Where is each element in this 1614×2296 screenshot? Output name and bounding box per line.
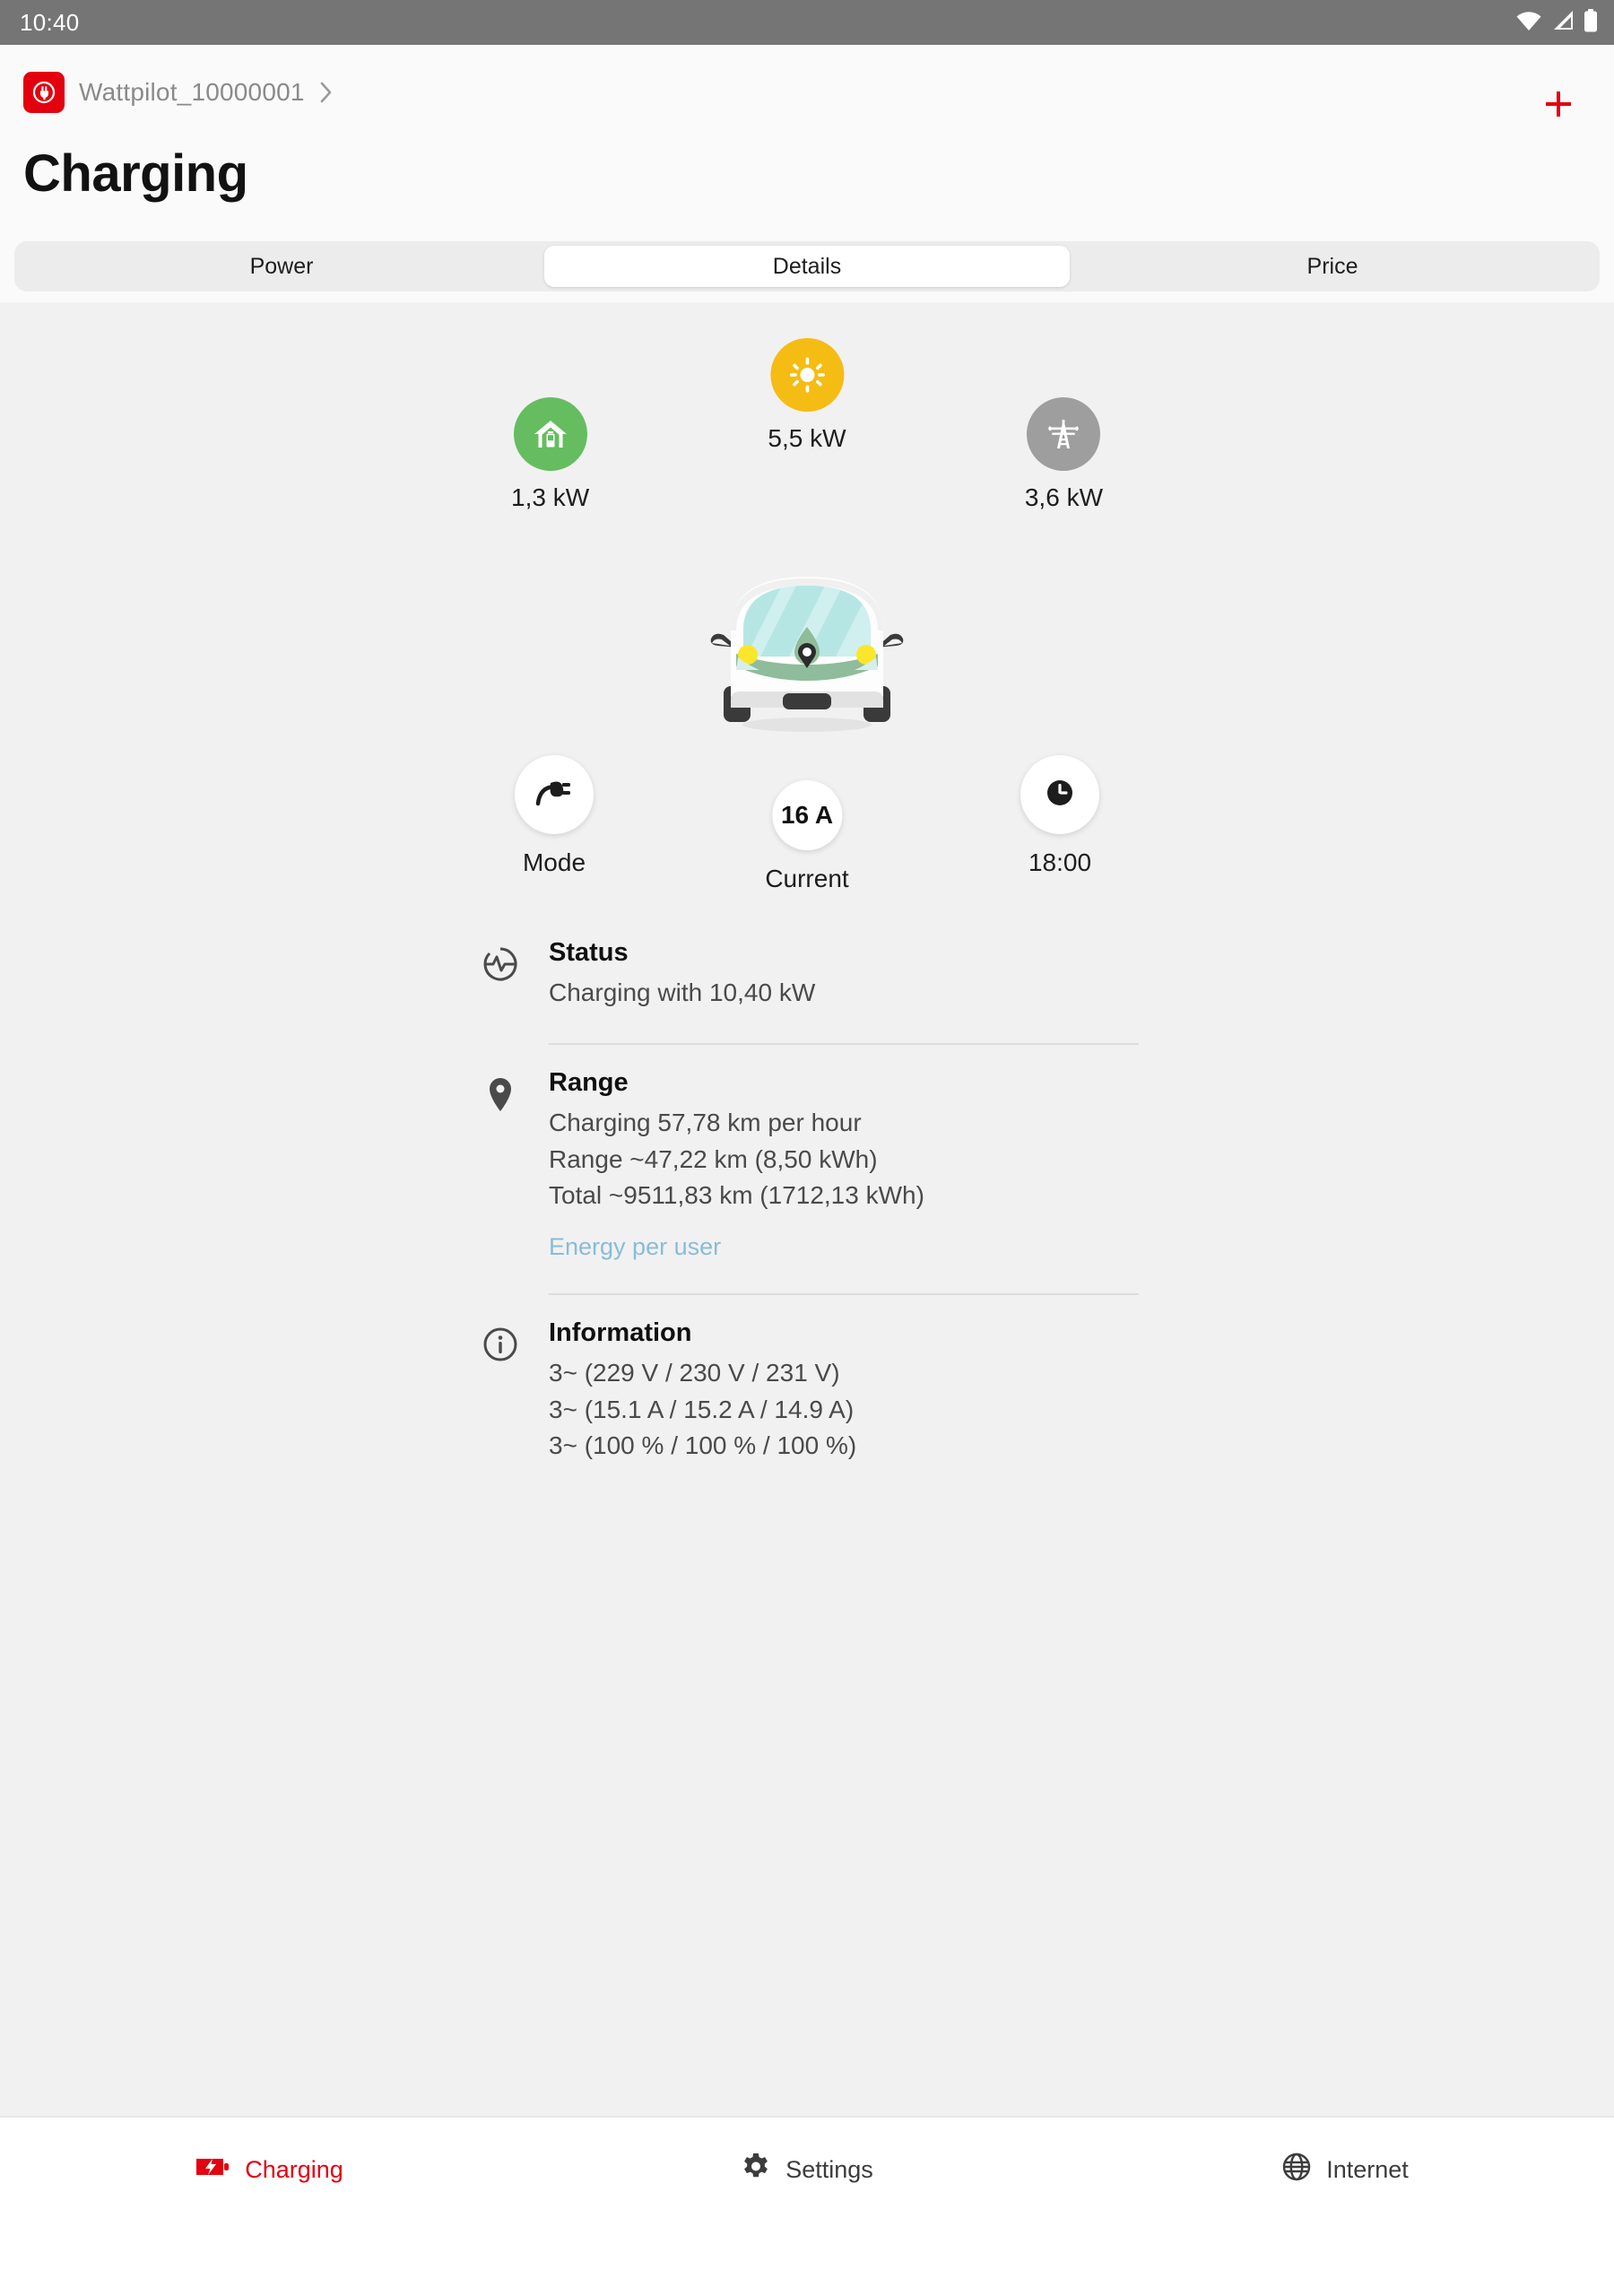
energy-per-user-link[interactable]: Energy per user bbox=[549, 1233, 1139, 1261]
status-bar-time: 10:40 bbox=[20, 8, 80, 36]
device-name: Wattpilot_10000001 bbox=[79, 78, 305, 106]
current-value: 16 A bbox=[780, 801, 834, 829]
app-bar: Wattpilot_10000001 Charging bbox=[0, 45, 1614, 241]
clock-icon bbox=[1042, 775, 1078, 815]
mode-control[interactable]: Mode bbox=[515, 755, 594, 877]
section-status: Status Charging with 10,40 kW bbox=[475, 938, 1139, 1020]
status-line-1: Charging with 10,40 kW bbox=[549, 978, 816, 1006]
timer-control[interactable]: 18:00 bbox=[1020, 755, 1099, 877]
info-circle-icon bbox=[475, 1318, 525, 1363]
nav-item-settings[interactable]: Settings bbox=[538, 2152, 1076, 2188]
battery-icon bbox=[1584, 8, 1598, 37]
control-row: Mode 16 A Current 18:00 bbox=[475, 755, 1139, 935]
battery-charging-icon bbox=[195, 2155, 230, 2185]
globe-icon bbox=[1281, 2152, 1312, 2188]
section-information-body: Information 3~ (229 V / 230 V / 231 V) 3… bbox=[549, 1318, 1139, 1473]
bottom-navigation: Charging Settings Internet bbox=[0, 2116, 1614, 2222]
device-selector[interactable]: Wattpilot_10000001 bbox=[23, 65, 1591, 120]
map-pin-icon bbox=[475, 1068, 525, 1115]
tab-power[interactable]: Power bbox=[19, 246, 544, 287]
section-status-body: Status Charging with 10,40 kW bbox=[549, 938, 1139, 1020]
power-plug-icon bbox=[534, 775, 574, 815]
nav-label-settings: Settings bbox=[785, 2155, 873, 2183]
page-title: Charging bbox=[23, 144, 248, 203]
information-line-2: 3~ (15.1 A / 15.2 A / 14.9 A) bbox=[549, 1395, 855, 1423]
tab-details[interactable]: Details bbox=[544, 246, 1070, 287]
section-range: Range Charging 57,78 km per hour Range ~… bbox=[475, 1068, 1139, 1270]
timer-label: 18:00 bbox=[1028, 848, 1092, 876]
sun-icon bbox=[769, 338, 844, 412]
range-line-3: Total ~9511,83 km (1712,13 kWh) bbox=[549, 1180, 924, 1209]
range-line-1: Charging 57,78 km per hour bbox=[549, 1109, 862, 1137]
section-information: Information 3~ (229 V / 230 V / 231 V) 3… bbox=[475, 1318, 1139, 1473]
divider-status-range bbox=[549, 1043, 1139, 1046]
current-control[interactable]: 16 A Current bbox=[765, 780, 849, 893]
wattpilot-plug-icon bbox=[23, 72, 65, 113]
house-power-value: 1,3 kW bbox=[511, 483, 590, 511]
nav-label-charging: Charging bbox=[245, 2155, 343, 2183]
grid-power-value: 3,6 kW bbox=[1024, 483, 1103, 511]
divider-range-information bbox=[549, 1293, 1139, 1296]
mode-button[interactable] bbox=[515, 755, 594, 834]
activity-pulse-icon bbox=[475, 938, 525, 983]
section-range-body: Range Charging 57,78 km per hour Range ~… bbox=[549, 1068, 1139, 1270]
information-line-3: 3~ (100 % / 100 % / 100 %) bbox=[549, 1431, 857, 1459]
detail-sections: Status Charging with 10,40 kW Range Char… bbox=[475, 935, 1139, 1473]
energy-node-house[interactable]: 1,3 kW bbox=[511, 397, 589, 512]
information-title: Information bbox=[549, 1318, 692, 1348]
electric-car-front-icon bbox=[475, 568, 1139, 734]
information-line-1: 3~ (229 V / 230 V / 231 V) bbox=[549, 1359, 840, 1387]
nav-item-internet[interactable]: Internet bbox=[1076, 2152, 1614, 2188]
range-line-2: Range ~47,22 km (8,50 kWh) bbox=[549, 1144, 878, 1173]
current-label: Current bbox=[765, 865, 849, 892]
nav-label-internet: Internet bbox=[1326, 2155, 1409, 2183]
energy-node-solar[interactable]: 5,5 kW bbox=[768, 338, 846, 453]
current-button[interactable]: 16 A bbox=[772, 780, 842, 850]
charging-controls: Mode 16 A Current 18:00 bbox=[475, 755, 1139, 935]
wifi-icon bbox=[1515, 10, 1542, 36]
details-content: 1,3 kW 5,5 kW 3,6 kW Mode 16 A Current 1… bbox=[0, 302, 1614, 2222]
house-battery-icon bbox=[513, 397, 587, 471]
status-title: Status bbox=[549, 938, 629, 967]
status-bar: 10:40 bbox=[0, 0, 1614, 45]
energy-flow-nodes: 1,3 kW 5,5 kW 3,6 kW bbox=[475, 338, 1139, 571]
tab-bar-wrapper: Power Details Price bbox=[0, 241, 1614, 302]
energy-flow-panel: 1,3 kW 5,5 kW 3,6 kW bbox=[475, 338, 1139, 734]
status-bar-icons bbox=[1515, 8, 1598, 37]
range-title: Range bbox=[549, 1068, 629, 1098]
tab-price[interactable]: Price bbox=[1070, 246, 1595, 287]
power-pylon-icon bbox=[1027, 397, 1101, 471]
tab-bar: Power Details Price bbox=[14, 241, 1600, 291]
gear-icon bbox=[741, 2152, 771, 2188]
mode-label: Mode bbox=[522, 848, 586, 876]
energy-node-grid[interactable]: 3,6 kW bbox=[1025, 397, 1103, 512]
timer-button[interactable] bbox=[1020, 755, 1099, 834]
cellular-signal-icon bbox=[1551, 10, 1575, 36]
chevron-right-icon bbox=[317, 79, 335, 106]
solar-power-value: 5,5 kW bbox=[768, 424, 846, 452]
nav-item-charging[interactable]: Charging bbox=[0, 2155, 538, 2185]
add-device-button[interactable] bbox=[1533, 79, 1584, 129]
